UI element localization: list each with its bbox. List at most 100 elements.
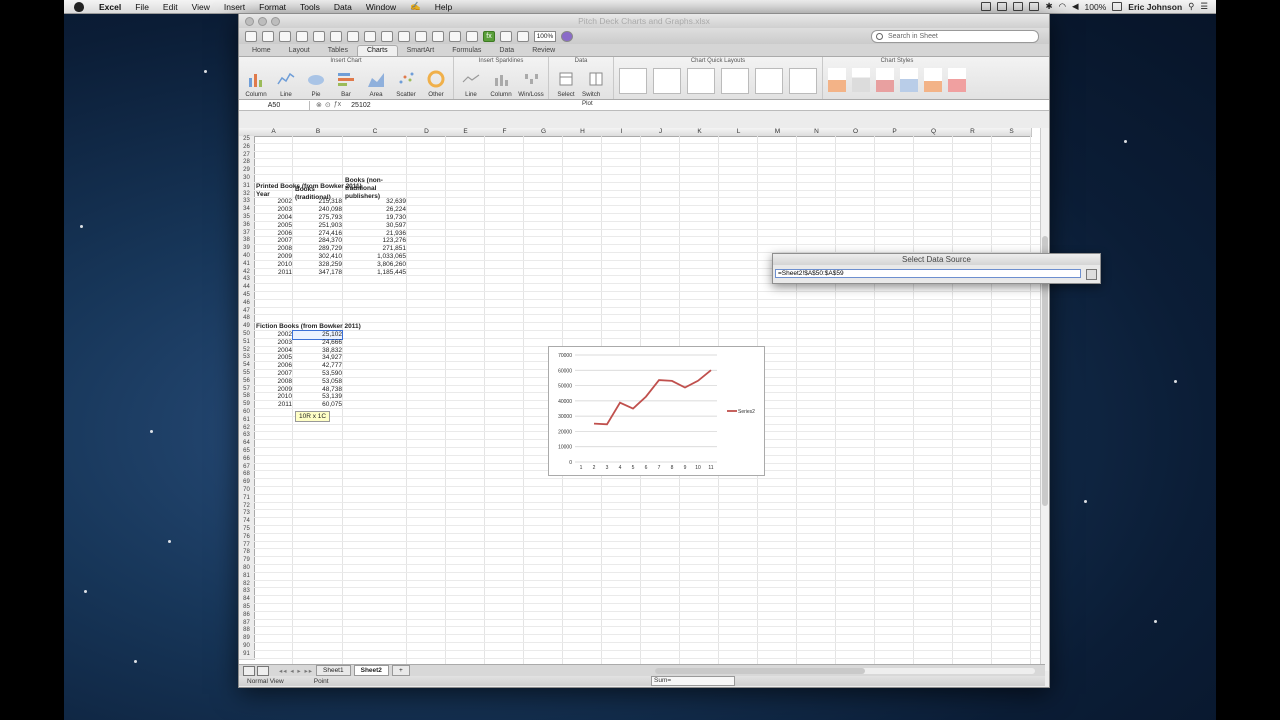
user-name[interactable]: Eric Johnson [1128, 2, 1182, 12]
insert-other-chart-button[interactable]: Other [422, 70, 450, 99]
row-header[interactable]: 91 [239, 650, 255, 660]
tab-layout[interactable]: Layout [280, 46, 319, 56]
undo-icon[interactable] [398, 30, 410, 42]
chart-style-option[interactable] [876, 68, 894, 92]
menu-app[interactable]: Excel [99, 2, 121, 12]
cell[interactable]: 53,590 [293, 370, 342, 378]
menu-tools[interactable]: Tools [300, 2, 320, 12]
sum-select[interactable]: Sum= [651, 676, 735, 686]
horizontal-scroll-thumb[interactable] [655, 667, 865, 674]
sheet-nav-arrows[interactable]: ◂◂ ◂ ▸ ▸▸ [279, 667, 313, 675]
quick-layout-option[interactable] [653, 68, 681, 94]
quick-layout-option[interactable] [619, 68, 647, 94]
column-header[interactable]: A [254, 128, 294, 137]
cell[interactable]: 2007 [254, 370, 292, 378]
cell[interactable]: 2006 [254, 230, 292, 238]
tab-sheet2[interactable]: Sheet2 [353, 665, 389, 676]
cell[interactable]: 32,639 [343, 198, 406, 206]
cell[interactable]: 215,318 [293, 198, 343, 206]
insert-area-chart-button[interactable]: Area [362, 70, 390, 99]
format-icon[interactable] [381, 30, 393, 42]
cell[interactable]: 2003 [254, 339, 292, 347]
insert-column-chart-button[interactable]: Column [242, 70, 270, 99]
insert-pie-chart-button[interactable]: Pie [302, 70, 330, 99]
volume-icon[interactable]: ◀ [1072, 1, 1079, 12]
display-icon[interactable] [997, 2, 1008, 11]
cell[interactable]: 2009 [254, 253, 292, 261]
camera-icon[interactable] [981, 2, 992, 11]
menu-window[interactable]: Window [366, 2, 396, 12]
battery-icon[interactable] [1112, 2, 1123, 11]
cell[interactable]: 302,410 [293, 253, 343, 261]
quick-layout-option[interactable] [687, 68, 715, 94]
chart-style-option[interactable] [828, 68, 846, 92]
cell[interactable]: 2010 [254, 393, 292, 401]
column-header[interactable]: Q [914, 128, 954, 137]
switch-plot-button[interactable]: Switch Plot [582, 70, 610, 107]
cell[interactable]: 60,075 [293, 401, 342, 409]
cell[interactable]: 21,936 [343, 230, 406, 238]
column-header[interactable]: K [680, 128, 720, 137]
spotlight-icon[interactable]: ⚲ [1188, 1, 1194, 12]
formula-input[interactable]: 25102 [347, 102, 370, 109]
column-header[interactable]: H [563, 128, 603, 137]
gallery-icon[interactable] [500, 30, 512, 42]
data-range-input[interactable] [775, 269, 1081, 278]
tab-data[interactable]: Data [490, 46, 523, 56]
cell[interactable]: 3,806,260 [343, 261, 406, 269]
sparkline-column-button[interactable]: Column [487, 70, 515, 99]
cell[interactable]: 2004 [254, 214, 292, 222]
save-icon[interactable] [296, 30, 308, 42]
column-header[interactable]: F [485, 128, 525, 137]
insert-line-chart-button[interactable]: Line [272, 70, 300, 99]
quick-layout-option[interactable] [789, 68, 817, 94]
bluetooth-icon[interactable]: ✱ [1045, 1, 1052, 12]
sort-icon[interactable] [449, 30, 461, 42]
tab-charts[interactable]: Charts [356, 45, 398, 56]
cell[interactable]: 2009 [254, 386, 292, 394]
column-header[interactable]: C [343, 128, 408, 137]
redo-icon[interactable] [415, 30, 427, 42]
cell[interactable]: 123,276 [343, 237, 407, 245]
cell[interactable]: 1,033,065 [343, 253, 406, 261]
paste-icon[interactable] [364, 30, 376, 42]
menu-file[interactable]: File [135, 2, 149, 12]
column-header[interactable]: I [602, 128, 642, 137]
copy-icon[interactable] [347, 30, 359, 42]
adobe-icon[interactable] [1013, 2, 1024, 11]
horizontal-scrollbar[interactable] [655, 667, 1035, 674]
cell[interactable]: 2005 [254, 222, 292, 230]
expand-dialog-button[interactable] [1086, 269, 1097, 280]
cell[interactable]: 284,370 [293, 237, 343, 245]
column-header[interactable]: S [992, 128, 1032, 137]
worksheet-grid[interactable]: A B C D E F G H I J K L M N O P Q R S 25 26 27 28 29 30 31 32 33 34 3… [239, 128, 1045, 671]
column-header[interactable]: N [797, 128, 837, 137]
cell[interactable]: 2011 [254, 269, 292, 277]
cell[interactable]: 2004 [254, 347, 292, 355]
tab-tables[interactable]: Tables [319, 46, 357, 56]
templates-icon[interactable] [262, 30, 274, 42]
cell[interactable]: 42,777 [293, 362, 342, 370]
cell[interactable]: 2005 [254, 354, 292, 362]
formula-builder-icon[interactable]: fx [483, 30, 495, 42]
cell[interactable]: 53,139 [293, 393, 342, 401]
new-icon[interactable] [245, 30, 257, 42]
cell[interactable]: 34,927 [293, 354, 342, 362]
cell[interactable]: Fiction Books (from Bowker 2011) [254, 323, 426, 331]
chart-style-option[interactable] [948, 68, 966, 92]
header-cell[interactable]: Books (non-traditional publishers) [343, 177, 406, 200]
cell[interactable]: 328,259 [293, 261, 343, 269]
chart-style-option[interactable] [900, 68, 918, 92]
help-icon[interactable] [561, 30, 573, 42]
add-sheet-button[interactable]: + [391, 665, 410, 676]
chart-style-option[interactable] [852, 68, 870, 92]
cell[interactable]: 48,738 [293, 386, 342, 394]
cell[interactable]: 2010 [254, 261, 292, 269]
column-header[interactable]: P [875, 128, 915, 137]
wifi-icon[interactable]: ◠ [1059, 1, 1066, 12]
column-header[interactable]: R [953, 128, 993, 137]
tab-home[interactable]: Home [243, 46, 280, 56]
tab-review[interactable]: Review [523, 46, 564, 56]
column-header[interactable]: M [758, 128, 798, 137]
normal-view-icon[interactable] [243, 665, 255, 676]
